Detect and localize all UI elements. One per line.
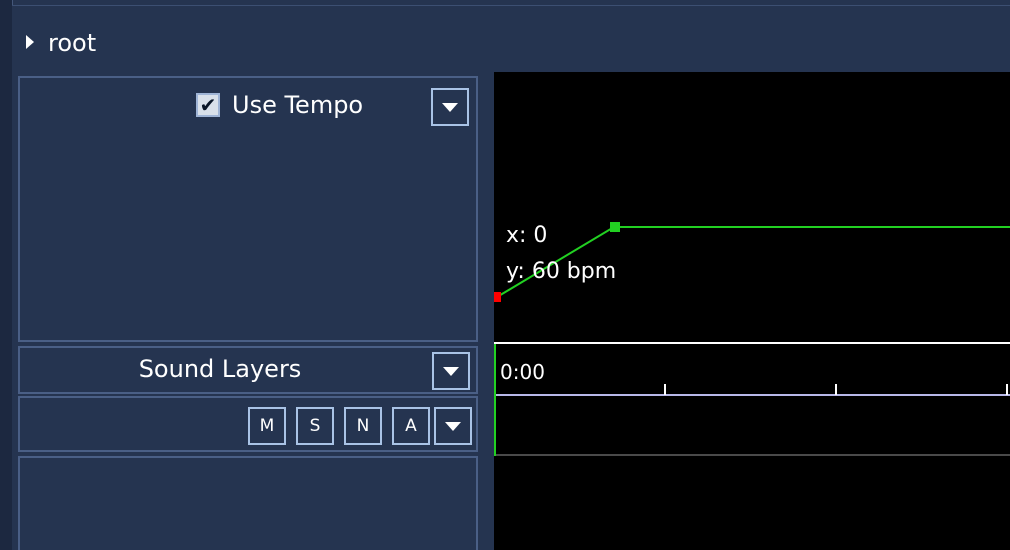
- sound-layer-track[interactable]: [494, 398, 1010, 456]
- tempo-curve-svg: [494, 222, 1010, 302]
- tempo-dropdown-button[interactable]: [431, 88, 469, 126]
- panel-divider[interactable]: [482, 72, 494, 550]
- triangle-down-icon: [443, 367, 459, 376]
- a-button[interactable]: A: [392, 407, 430, 445]
- sound-layers-dropdown-button[interactable]: [432, 352, 470, 390]
- solo-button[interactable]: S: [296, 407, 334, 445]
- tempo-control-point[interactable]: [610, 222, 620, 232]
- layer-list-area: [18, 456, 478, 550]
- triangle-right-icon[interactable]: [26, 35, 34, 49]
- triangle-down-icon: [445, 422, 461, 431]
- title-bar: root: [12, 5, 1010, 73]
- use-tempo-label: Use Tempo: [232, 91, 364, 119]
- sound-layers-header: Sound Layers: [18, 346, 478, 394]
- app-window: root ✔ Use Tempo Sound Layers M S N A x:…: [0, 0, 1010, 550]
- tempo-panel: ✔ Use Tempo: [18, 76, 478, 342]
- use-tempo-checkbox[interactable]: ✔: [196, 93, 220, 117]
- tempo-curve-canvas[interactable]: x: 0 y: 60 bpm: [494, 72, 1010, 342]
- n-button[interactable]: N: [344, 407, 382, 445]
- cursor-y-readout: y: 60 bpm: [506, 259, 617, 284]
- cursor-x-readout: x: 0: [506, 223, 548, 248]
- timeline-ruler-svg: [494, 344, 1010, 400]
- sound-layers-label: Sound Layers: [138, 355, 302, 383]
- track-empty-area[interactable]: [494, 456, 1010, 550]
- breadcrumb-root[interactable]: root: [48, 28, 96, 58]
- triangle-down-icon: [442, 103, 458, 112]
- playhead-line: [494, 398, 496, 456]
- layer-buttons-dropdown-button[interactable]: [434, 407, 472, 445]
- tempo-start-point[interactable]: [494, 292, 501, 302]
- layer-buttons-row: M S N A: [18, 396, 478, 452]
- timeline-start-label: 0:00: [500, 360, 545, 384]
- left-panel: ✔ Use Tempo Sound Layers M S N A: [12, 72, 482, 550]
- timeline-ruler[interactable]: 0:00: [494, 342, 1010, 400]
- mute-button[interactable]: M: [248, 407, 286, 445]
